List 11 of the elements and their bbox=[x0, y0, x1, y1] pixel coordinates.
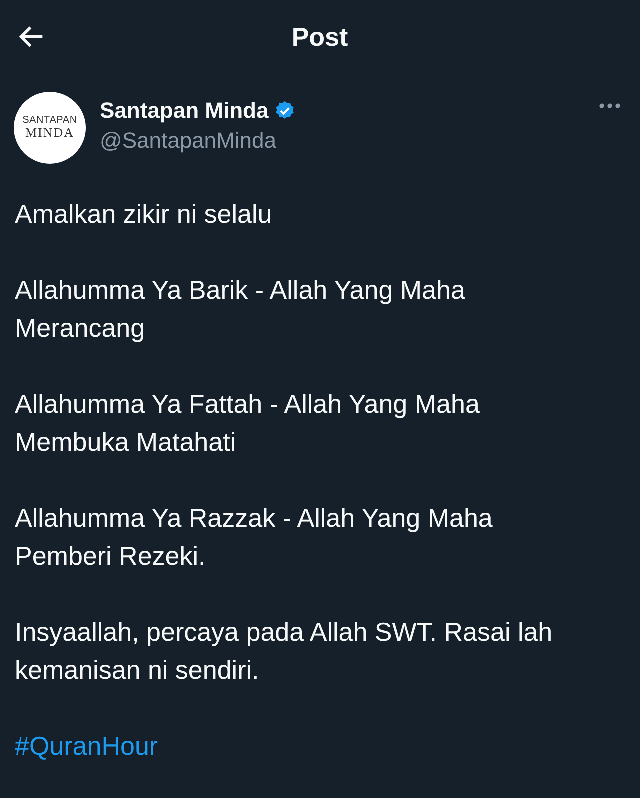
author-name[interactable]: Santapan Minda bbox=[100, 98, 269, 124]
post-text: Insyaallah, percaya pada Allah SWT. Rasai lah kemanisan ni sendiri. bbox=[15, 616, 554, 687]
post-text: Allahumma Ya Razzak - Allah Yang Maha Pemberi Rezeki. bbox=[15, 502, 494, 573]
post-text: Allahumma Ya Barik - Allah Yang Maha Merancang bbox=[15, 274, 466, 345]
hashtag-link[interactable]: #QuranHour bbox=[15, 731, 158, 761]
post-text: Amalkan zikir ni selalu bbox=[15, 198, 274, 231]
post-text: Allahumma Ya Fattah - Allah Yang Maha Membuka Matahati bbox=[15, 388, 481, 459]
author-handle[interactable]: @SantapanMinda bbox=[100, 128, 276, 153]
page-title: Post bbox=[292, 22, 348, 52]
avatar-logo[interactable]: SANTAPAN MINDA bbox=[14, 92, 86, 164]
more-icon[interactable] bbox=[598, 102, 622, 110]
